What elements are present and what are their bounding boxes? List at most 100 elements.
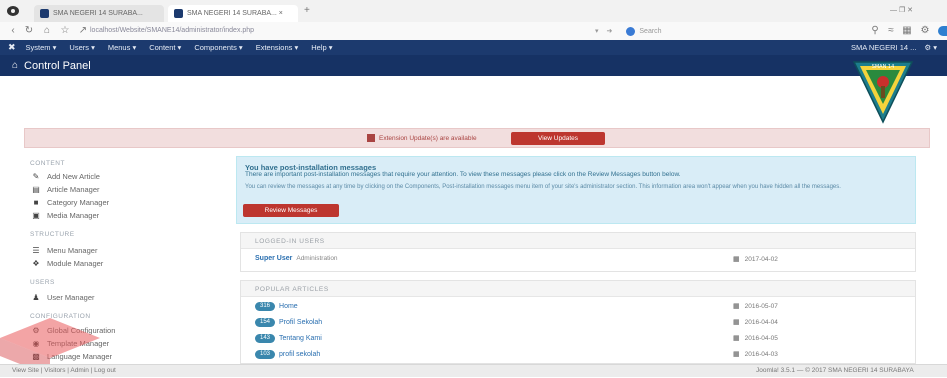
menu-menus[interactable]: Menus ▾: [108, 43, 136, 52]
table-row: 316 Home ▦ 2016-05-07: [241, 299, 915, 313]
update-alert: Extension Update(s) are available View U…: [24, 128, 930, 148]
row-date: ▦ 2016-04-04: [733, 318, 778, 327]
wifi-icon: ≈: [888, 25, 894, 36]
list-icon: ☰: [32, 246, 40, 255]
new-tab-button[interactable]: +: [304, 5, 310, 16]
sidebar-item-article-manager[interactable]: ▤ Article Manager: [30, 185, 100, 194]
sidebar-item-category-manager[interactable]: ■ Category Manager: [30, 198, 110, 207]
sidebar-item-label: Category Manager: [47, 198, 110, 207]
sidebar-heading-content: CONTENT: [30, 160, 65, 167]
logged-in-users-panel: LOGGED-IN USERS Super User Administration…: [240, 232, 916, 272]
page-header: ⌂ Control Panel: [0, 55, 947, 76]
tab-favicon-icon: [40, 9, 49, 18]
panel-title: POPULAR ARTICLES: [255, 286, 329, 293]
date-text: 2016-04-05: [744, 334, 778, 342]
user-link[interactable]: Super User Administration: [255, 255, 338, 262]
school-logo: SMAN 14: [852, 58, 914, 124]
site-name-link[interactable]: SMA NEGERI 14 ...: [851, 43, 916, 52]
postinstall-note: You can review the messages at any time …: [245, 184, 841, 190]
menu-users[interactable]: Users ▾: [69, 43, 94, 52]
table-row: 143 Tentang Kami ▦ 2016-04-05: [241, 331, 915, 345]
menu-components[interactable]: Components ▾: [194, 43, 242, 52]
menu-help[interactable]: Help ▾: [311, 43, 332, 52]
back-icon[interactable]: ‹: [6, 24, 20, 38]
user-name[interactable]: Super User: [255, 255, 292, 262]
home-icon[interactable]: ⌂: [40, 24, 54, 38]
postinstall-alert: You have post-installation messages Ther…: [236, 156, 916, 224]
hits-badge: 154: [255, 318, 276, 327]
status-links[interactable]: View Site | Visitors | Admin | Log out: [12, 367, 116, 374]
search-box[interactable]: ▾ ➜ Search: [595, 25, 845, 37]
article-link[interactable]: 154 Profil Sekolah: [255, 318, 322, 327]
browser-menu-icon[interactable]: [6, 5, 20, 17]
refresh-icon[interactable]: ↻: [22, 24, 36, 38]
menu-system[interactable]: System ▾: [26, 43, 57, 52]
hits-badge: 143: [255, 334, 276, 343]
calendar-icon: ▦: [733, 335, 740, 342]
sidebar-item-label: Media Manager: [47, 211, 100, 220]
article-link[interactable]: 103 profil sekolah: [255, 350, 320, 359]
sidebar-item-module-manager[interactable]: ❖ Module Manager: [30, 259, 103, 268]
article-title[interactable]: Tentang Kami: [279, 335, 322, 342]
browser-tab-active[interactable]: SMA NEGERI 14 SURABA... ×: [168, 5, 298, 22]
folder-icon: ■: [33, 198, 39, 207]
browser-tab[interactable]: SMA NEGERI 14 SURABA...: [34, 5, 164, 22]
article-title[interactable]: profil sekolah: [279, 351, 320, 358]
hits-badge: 316: [255, 302, 276, 311]
article-title[interactable]: Home: [279, 303, 298, 310]
puzzle-icon: [367, 134, 375, 142]
row-date: ▦ 2016-05-07: [733, 302, 778, 311]
joomla-logo-icon[interactable]: ✖: [8, 42, 16, 53]
settings-icon[interactable]: ⚙: [918, 24, 932, 38]
date-text: 2017-04-02: [744, 255, 778, 263]
calendar-icon: ▦: [733, 303, 740, 310]
hits-badge: 103: [255, 350, 276, 359]
article-title[interactable]: Profil Sekolah: [279, 319, 322, 326]
table-row: 103 profil sekolah ▦ 2016-04-03: [241, 347, 915, 361]
row-date: ▦ 2017-04-02: [733, 255, 778, 264]
user-icon: ♟: [32, 293, 40, 302]
tab-title: SMA NEGERI 14 SURABA...: [53, 10, 143, 17]
sidebar-heading-users: USERS: [30, 279, 55, 286]
menu-content[interactable]: Content ▾: [149, 43, 181, 52]
menu-extensions[interactable]: Extensions ▾: [256, 43, 299, 52]
pencil-icon: ✎: [32, 172, 40, 181]
row-date: ▦ 2016-04-05: [733, 334, 778, 343]
window-controls[interactable]: — ❐ ✕: [890, 6, 913, 14]
sidebar-item-label: Article Manager: [47, 185, 100, 194]
sidebar-item-label: User Manager: [47, 293, 95, 302]
update-text: Extension Update(s) are available: [379, 134, 477, 142]
user-area: Administration: [296, 255, 338, 262]
sidebar-item-label: Add New Article: [47, 172, 100, 181]
panel-header: LOGGED-IN USERS: [241, 233, 915, 249]
grid-icon[interactable]: ▦: [900, 24, 914, 38]
update-message: Extension Update(s) are available: [367, 134, 477, 142]
calendar-icon: ▦: [733, 351, 740, 358]
table-row: 154 Profil Sekolah ▦ 2016-04-04: [241, 315, 915, 329]
panel-header: POPULAR ARTICLES: [241, 281, 915, 297]
sidebar-item-menu-manager[interactable]: ☰ Menu Manager: [30, 246, 97, 255]
url-input[interactable]: localhost/Website/SMANE14/administrator/…: [90, 25, 630, 37]
sidebar-item-add-new-article[interactable]: ✎ Add New Article: [30, 172, 100, 181]
tab-favicon-icon: [174, 9, 183, 18]
search-engine-icon[interactable]: [626, 26, 636, 36]
browser-toolbar: ‹ ↻ ⌂ ☆ ↗ localhost/Website/SMANE14/admi…: [0, 22, 947, 41]
sidebar-item-label: Menu Manager: [47, 246, 98, 255]
dropdown-arrow-icon[interactable]: ▾: [595, 27, 599, 35]
article-link[interactable]: 143 Tentang Kami: [255, 334, 322, 343]
forward-icon[interactable]: ➜: [607, 27, 613, 35]
home-icon: ⌂: [12, 60, 19, 71]
admin-menu-bar: ✖ System ▾ Users ▾ Menus ▾ Content ▾ Com…: [0, 40, 947, 55]
popular-articles-panel: POPULAR ARTICLES 316 Home ▦ 2016-05-07 154…: [240, 280, 916, 364]
star-icon[interactable]: ☆: [58, 24, 72, 38]
view-updates-button[interactable]: View Updates: [511, 132, 605, 145]
edge-blue-icon: [938, 26, 947, 36]
article-link[interactable]: 316 Home: [255, 302, 298, 311]
review-messages-button[interactable]: Review Messages: [243, 204, 339, 217]
version-text: Joomla! 3.5.1 — © 2017 SMA NEGERI 14 SUR…: [756, 367, 914, 374]
search-input[interactable]: Search: [639, 28, 661, 35]
sidebar-item-media-manager[interactable]: ▣ Media Manager: [30, 211, 99, 220]
sidebar-item-user-manager[interactable]: ♟ User Manager: [30, 293, 95, 302]
magnifier-icon[interactable]: ⚲: [868, 24, 882, 38]
user-menu[interactable]: ⚙ ▾: [924, 43, 937, 52]
